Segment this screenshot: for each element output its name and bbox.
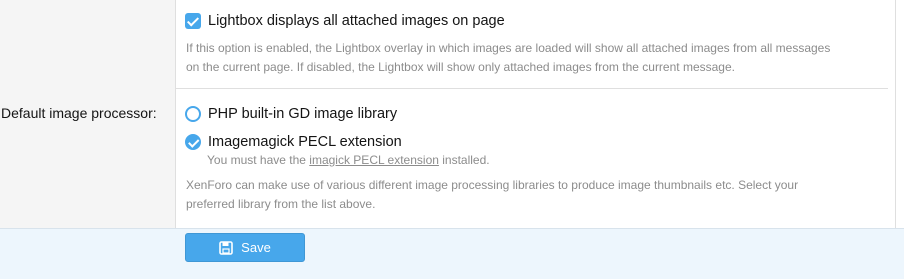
imagick-pecl-link[interactable]: imagick PECL extension: [309, 153, 439, 167]
radio-gd-label: PHP built-in GD image library: [208, 106, 398, 122]
radio-gd[interactable]: [185, 106, 201, 122]
lightbox-checkbox-label: Lightbox displays all attached images on…: [208, 13, 505, 29]
image-processor-label: Default image processor:: [1, 105, 157, 121]
lightbox-checkbox[interactable]: [185, 13, 201, 29]
form-right-border: [895, 0, 896, 228]
radio-imagick-label: Imagemagick PECL extension: [208, 134, 402, 150]
radio-option-imagick[interactable]: Imagemagick PECL extension: [185, 134, 402, 150]
processor-explain-line-1: XenForo can make use of various differen…: [186, 178, 799, 192]
imagick-hint-suffix: installed.: [438, 153, 490, 167]
lightbox-hint-line-2: on the current page. If disabled, the Li…: [186, 60, 735, 74]
save-icon: [219, 240, 233, 255]
row-divider: [176, 88, 888, 89]
options-form: Lightbox displays all attached images on…: [0, 0, 904, 279]
lightbox-all-images-option[interactable]: Lightbox displays all attached images on…: [185, 13, 505, 29]
radio-option-gd[interactable]: PHP built-in GD image library: [185, 106, 397, 122]
save-button-label: Save: [241, 240, 271, 255]
imagick-hint-prefix: You must have the: [207, 153, 310, 167]
imagick-hint: You must have the imagick PECL extension…: [207, 151, 490, 170]
form-footer: [0, 228, 904, 279]
processor-explain-line-2: preferred library from the list above.: [186, 197, 376, 211]
lightbox-hint-line-1: If this option is enabled, the Lightbox …: [186, 41, 831, 55]
save-button[interactable]: Save: [185, 233, 305, 262]
radio-imagick[interactable]: [185, 134, 201, 150]
